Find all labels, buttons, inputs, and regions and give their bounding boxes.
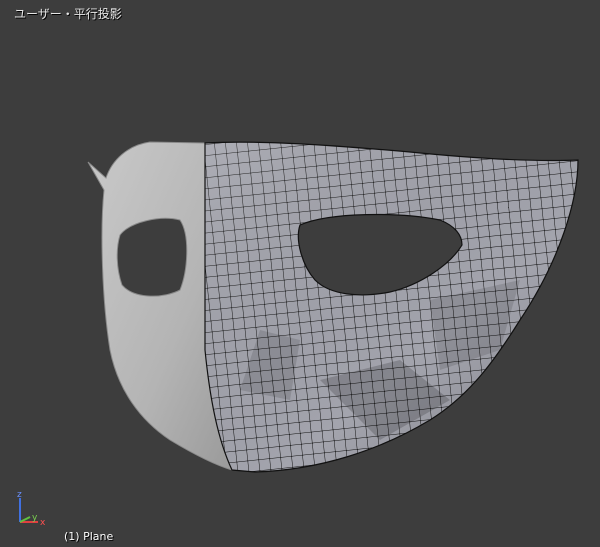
3d-viewport[interactable] — [0, 0, 600, 547]
axis-gizmo: z y x — [17, 490, 46, 528]
y-axis-label: y — [32, 513, 38, 523]
z-axis-label: z — [17, 490, 22, 500]
active-object-label: (1) Plane — [64, 530, 114, 543]
mask-right-half-wireframe[interactable] — [180, 130, 600, 490]
left-eye-hole — [116, 217, 188, 297]
x-axis-label: x — [40, 518, 46, 528]
